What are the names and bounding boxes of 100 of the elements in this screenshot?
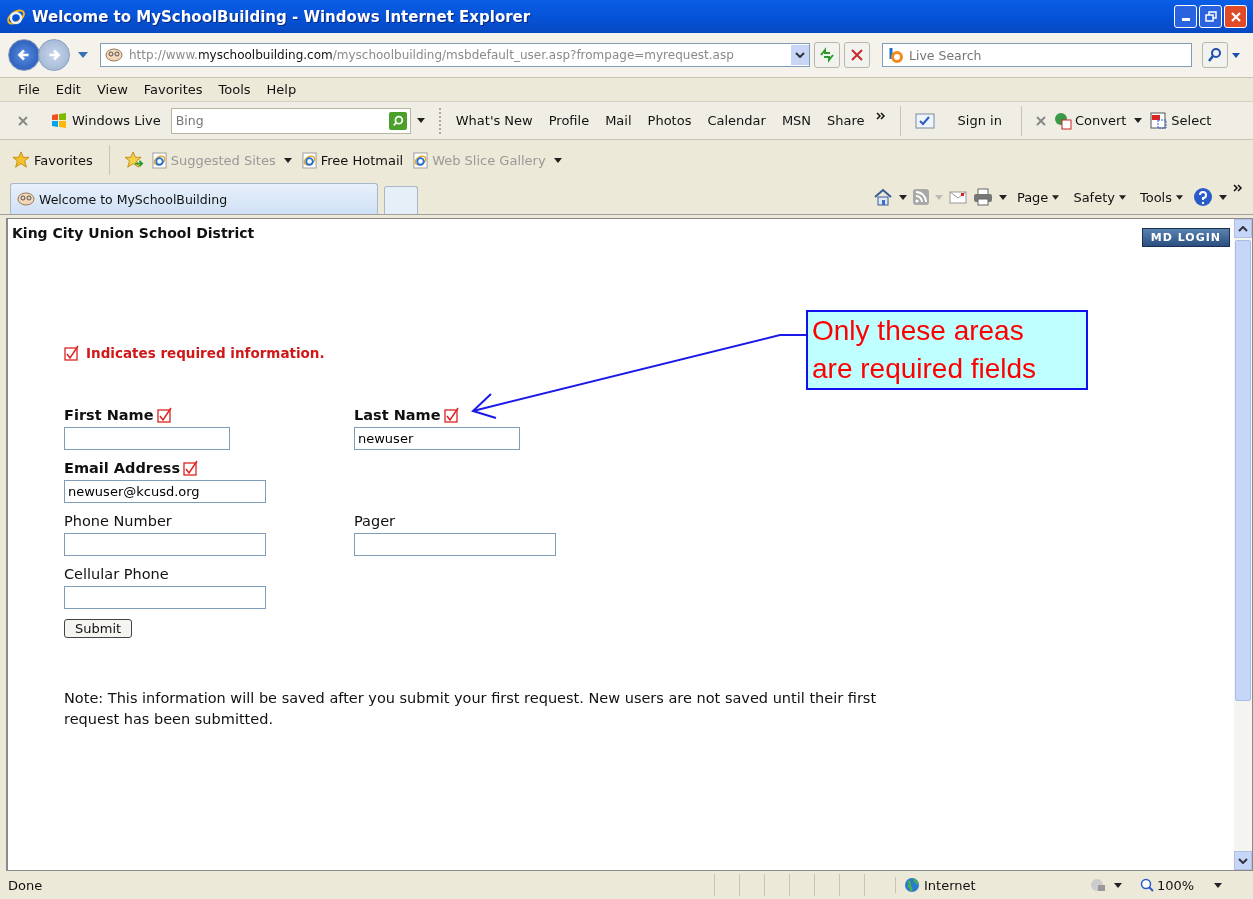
field-label: Phone Number — [64, 513, 172, 529]
forward-button[interactable] — [38, 39, 70, 71]
toolbar-link[interactable]: Photos — [642, 113, 697, 128]
web-page-icon — [151, 151, 167, 169]
menu-item[interactable]: Favorites — [135, 82, 211, 97]
help-icon[interactable] — [1193, 187, 1213, 207]
search-field[interactable]: Live Search — [882, 43, 1192, 67]
text-field[interactable] — [354, 533, 556, 556]
toolbar-brand[interactable]: Windows Live — [72, 113, 161, 128]
mail-icon[interactable] — [948, 190, 967, 204]
web-page-icon — [301, 151, 317, 169]
toolbar-link[interactable]: Profile — [543, 113, 595, 128]
caret-icon — [283, 157, 292, 163]
field-label: First Name — [64, 407, 154, 423]
close-icon[interactable] — [1035, 115, 1046, 126]
star-icon — [12, 151, 30, 169]
favorites-item[interactable]: Free Hotmail — [299, 151, 406, 169]
browser-logo-icon — [6, 6, 26, 27]
search-icon — [391, 114, 404, 127]
status-text: Done — [8, 877, 44, 893]
caret-icon[interactable] — [1114, 882, 1122, 888]
document-select-icon — [1150, 111, 1169, 130]
address-field[interactable]: http://www.myschoolbuilding.com/myschoolbuilding/msbdefault_user.asp?frompage=myrequest.asp — [100, 43, 810, 67]
close-icon[interactable] — [18, 115, 28, 126]
toolbar-link[interactable]: Calendar — [702, 113, 771, 128]
text-field[interactable]: newuser@kcusd.org — [64, 480, 266, 503]
bing-logo-icon — [887, 47, 905, 63]
toolbar-link[interactable]: Mail — [600, 113, 637, 128]
district-name: King City Union School District — [12, 225, 255, 241]
command-button[interactable]: Tools — [1135, 189, 1187, 205]
search-field[interactable]: Bing — [170, 107, 411, 134]
text-field[interactable] — [64, 533, 266, 556]
restore-button[interactable] — [1199, 5, 1222, 28]
search-button[interactable] — [1202, 42, 1228, 68]
submit-button[interactable]: Submit — [64, 619, 133, 638]
caret-icon[interactable] — [416, 118, 425, 123]
menu-item[interactable]: File — [10, 82, 48, 97]
caret-icon[interactable] — [1232, 52, 1240, 58]
minimize-button[interactable] — [1174, 5, 1197, 28]
stop-button[interactable] — [844, 42, 870, 68]
page-icon — [17, 192, 35, 206]
refresh-button[interactable] — [814, 42, 840, 68]
refresh-icon — [819, 47, 835, 63]
zoom-button[interactable]: 100% — [1138, 877, 1197, 893]
chevron-up-icon[interactable] — [1238, 225, 1248, 232]
magnifier-icon — [1140, 878, 1154, 892]
required-check-icon — [64, 345, 80, 361]
chevron-down-icon[interactable] — [1238, 857, 1248, 864]
caret-icon[interactable] — [1134, 118, 1143, 123]
menu-item[interactable]: View — [88, 82, 136, 97]
add-favorite-icon[interactable] — [123, 151, 144, 169]
menu-item[interactable]: Help — [258, 82, 305, 97]
callout-box: Only these areas are required fields — [806, 310, 1088, 390]
login-button[interactable]: MD LOGIN — [1141, 228, 1230, 247]
toolbar-link[interactable]: MSN — [776, 113, 817, 128]
page-icon — [105, 48, 123, 62]
menu-item[interactable]: Tools — [210, 82, 259, 97]
back-button[interactable] — [8, 39, 40, 71]
chevron-down-icon — [795, 52, 805, 58]
caret-icon — [1176, 194, 1183, 200]
caret-icon[interactable] — [1214, 882, 1223, 888]
text-field[interactable] — [64, 427, 230, 450]
sign-in-link[interactable]: Sign in — [952, 113, 1007, 128]
caret-icon[interactable] — [1219, 194, 1227, 200]
windows-flag-icon — [50, 112, 68, 129]
browser-tab[interactable]: Welcome to MySchoolBuilding — [10, 183, 378, 214]
home-icon[interactable] — [872, 187, 893, 207]
field-label: Cellular Phone — [64, 566, 169, 582]
search-icon — [1207, 47, 1223, 63]
minimize-icon — [1181, 18, 1190, 21]
globe-document-icon — [1053, 111, 1072, 130]
url-text: http://www.myschoolbuilding.com/myschoolbuilding/msbdefault_user.asp?frompage=myrequest.asp — [129, 48, 735, 62]
command-button[interactable]: Page — [1012, 189, 1064, 205]
web-page-icon — [413, 151, 429, 169]
window-title: Welcome to MySchoolBuilding - Windows Internet Explorer — [32, 7, 531, 26]
menu-item[interactable]: Edit — [47, 82, 89, 97]
caret-icon — [1052, 194, 1060, 200]
required-legend: Indicates required information. — [86, 345, 325, 361]
checkbox-icon[interactable] — [914, 112, 935, 129]
command-button[interactable]: Safety — [1069, 189, 1130, 205]
toolbar-link[interactable]: Share — [822, 113, 870, 128]
favorites-button[interactable]: Favorites — [10, 151, 95, 169]
convert-button[interactable]: Convert — [1051, 111, 1129, 130]
close-button[interactable] — [1224, 5, 1247, 28]
printer-icon[interactable] — [972, 188, 993, 206]
text-field[interactable] — [64, 586, 266, 609]
field-label: Email Address — [64, 460, 180, 476]
restore-icon — [1204, 10, 1217, 23]
caret-icon[interactable] — [898, 194, 907, 200]
caret-icon[interactable] — [998, 194, 1007, 200]
note-text: Note: This information will be saved after you submit your first request. New users are not saved until their first request has been submitted. — [64, 689, 878, 729]
text-field[interactable]: newuser — [354, 427, 520, 450]
close-icon — [851, 49, 863, 61]
scrollbar[interactable] — [1234, 219, 1252, 870]
globe-icon — [904, 877, 920, 893]
dropdown-button[interactable] — [791, 45, 809, 65]
select-button[interactable]: Select — [1148, 111, 1214, 130]
caret-icon — [1118, 194, 1126, 200]
security-zone: Internet — [924, 877, 976, 893]
toolbar-link[interactable]: What's New — [450, 113, 538, 128]
